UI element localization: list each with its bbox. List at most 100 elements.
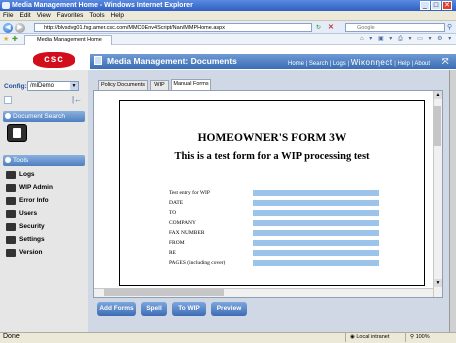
security-zone: ◉ Local intranet (345, 333, 403, 342)
form-row-label: TO (169, 210, 177, 216)
sidebar-item-settings[interactable]: Settings (6, 235, 84, 245)
sidebar-item-label: Logs (19, 171, 35, 178)
header-help-links[interactable]: | Help | About (394, 61, 430, 67)
config-value: /mlDemo (30, 83, 55, 89)
expand-icon[interactable]: ⤧ (442, 57, 448, 67)
menu-edit[interactable]: Edit (19, 12, 30, 19)
back-button[interactable]: ◀ (3, 23, 13, 33)
preview-button[interactable]: Preview (211, 302, 247, 316)
form-field-fax-number[interactable] (253, 230, 379, 236)
form-row-label: RE (169, 250, 177, 256)
sidebar-item-wip-admin[interactable]: WIP Admin (6, 183, 84, 193)
tab-wip[interactable]: WIP (150, 80, 169, 90)
form-subtitle: This is a test form for a WIP processing… (174, 151, 370, 162)
form-row-label: Test entry for WIP (169, 190, 210, 196)
error-info-icon (6, 197, 16, 205)
header-nav-links[interactable]: Home | Search | Logs | (288, 61, 349, 67)
menu-favorites[interactable]: Favorites (57, 12, 84, 19)
form-field-to[interactable] (253, 210, 379, 216)
logs-icon (6, 171, 16, 179)
sidebar-item-label: Error Info (19, 197, 49, 204)
version-icon (6, 249, 16, 257)
maximize-button[interactable]: □ (431, 1, 441, 10)
add-favorite-icon[interactable]: ✚ (12, 35, 18, 43)
sidebar-item-version[interactable]: Version (6, 248, 84, 258)
document-search-icon[interactable] (7, 124, 27, 142)
wikonnect-logo: Wiκonηect (350, 58, 393, 67)
tab-policy-documents[interactable]: Policy Documents (98, 80, 148, 90)
header-links: Home | Search | Logs | Wiκonηect | Help … (288, 58, 430, 67)
scroll-up-icon[interactable]: ▲ (434, 91, 442, 99)
section-bullet-icon (5, 157, 11, 163)
sidebar-item-label: Version (19, 249, 43, 256)
form-row-label: FAX NUMBER (169, 230, 205, 236)
sidebar-item-security[interactable]: Security (6, 222, 84, 232)
form-row-label: COMPANY (169, 220, 197, 226)
page-title: Media Management: Documents (107, 56, 237, 66)
minimize-button[interactable]: _ (420, 1, 430, 10)
config-select[interactable]: /mlDemo ▼ (27, 81, 79, 91)
menu-help[interactable]: Help (111, 12, 124, 19)
page-scrollbar[interactable] (449, 70, 456, 332)
forward-button[interactable]: ▶ (15, 23, 25, 33)
security-icon (6, 223, 16, 231)
refresh-icon[interactable]: ↻ (316, 24, 321, 31)
documents-icon (94, 56, 102, 65)
users-icon (6, 210, 16, 218)
menu-file[interactable]: File (3, 12, 13, 19)
collapse-icon[interactable]: |← (72, 95, 82, 104)
sidebar-item-label: WIP Admin (19, 184, 53, 191)
document-search-label: Document Search (13, 113, 66, 120)
form-row-label: FROM (169, 240, 185, 246)
favorites-star-icon[interactable]: ★ (3, 35, 9, 43)
config-label: Config: (4, 83, 27, 90)
stop-icon[interactable]: ✕ (328, 23, 334, 31)
form-field-date[interactable] (253, 200, 379, 206)
sidebar-item-label: Security (19, 223, 45, 230)
zoom-value: 100% (415, 334, 430, 340)
form-title: HOMEOWNER'S FORM 3W (197, 132, 347, 144)
horizontal-scroll-thumb[interactable] (104, 289, 224, 296)
window-title: Media Management Home - Windows Internet… (0, 0, 456, 11)
scroll-down-icon[interactable]: ▼ (434, 279, 442, 287)
address-input[interactable]: http://blvsdvg01.fsg.amer.csc.com/MMC0En… (34, 23, 312, 32)
to-wip-button[interactable]: To WIP (172, 302, 206, 316)
ie-app-icon (2, 2, 10, 9)
sidebar-item-logs[interactable]: Logs (6, 170, 84, 180)
sidebar-item-users[interactable]: Users (6, 209, 84, 219)
search-input[interactable]: Google (345, 23, 445, 32)
search-icon[interactable]: ⚲ (447, 23, 452, 31)
sidebar-item-label: Settings (19, 236, 45, 243)
section-bullet-icon (5, 113, 11, 119)
vertical-scroll-thumb[interactable] (434, 106, 441, 146)
menu-view[interactable]: View (37, 12, 51, 19)
form-field-re[interactable] (253, 250, 379, 256)
menu-bar: File Edit View Favorites Tools Help (0, 11, 456, 21)
command-bar-icons[interactable]: ⌂ ▾ ▣ ▾ ⎙ ▾ ▭ ▾ ⚙ ▾ (360, 35, 453, 43)
csc-logo: csc (33, 52, 75, 68)
browser-tab[interactable]: Media Management Home (24, 35, 112, 45)
status-text: Done (3, 333, 20, 340)
wip-admin-icon (6, 184, 16, 192)
spell-button[interactable]: Spell (141, 302, 167, 316)
tools-label: Tools (13, 157, 29, 164)
add-forms-button[interactable]: Add Forms (97, 302, 136, 316)
settings-icon (6, 236, 16, 244)
grid-icon[interactable] (4, 96, 12, 104)
form-row-label: PAGES (including cover) (169, 260, 226, 266)
tab-manual-forms[interactable]: Manual Forms (171, 79, 211, 90)
menu-tools[interactable]: Tools (89, 12, 104, 19)
zoom-level[interactable]: ⚲ 100% (405, 333, 455, 342)
sidebar-item-label: Users (19, 210, 38, 217)
chevron-down-icon: ▼ (70, 82, 78, 90)
form-row-label: DATE (169, 200, 184, 206)
tools-section[interactable]: Tools (3, 155, 85, 166)
form-field-test-entry[interactable] (253, 190, 379, 196)
close-button[interactable]: ✕ (442, 1, 452, 10)
sidebar-item-error-info[interactable]: Error Info (6, 196, 84, 206)
form-field-company[interactable] (253, 220, 379, 226)
form-field-pages[interactable] (253, 260, 379, 266)
form-field-from[interactable] (253, 240, 379, 246)
zone-label: Local intranet (356, 334, 390, 340)
document-search-section[interactable]: Document Search (3, 111, 85, 122)
